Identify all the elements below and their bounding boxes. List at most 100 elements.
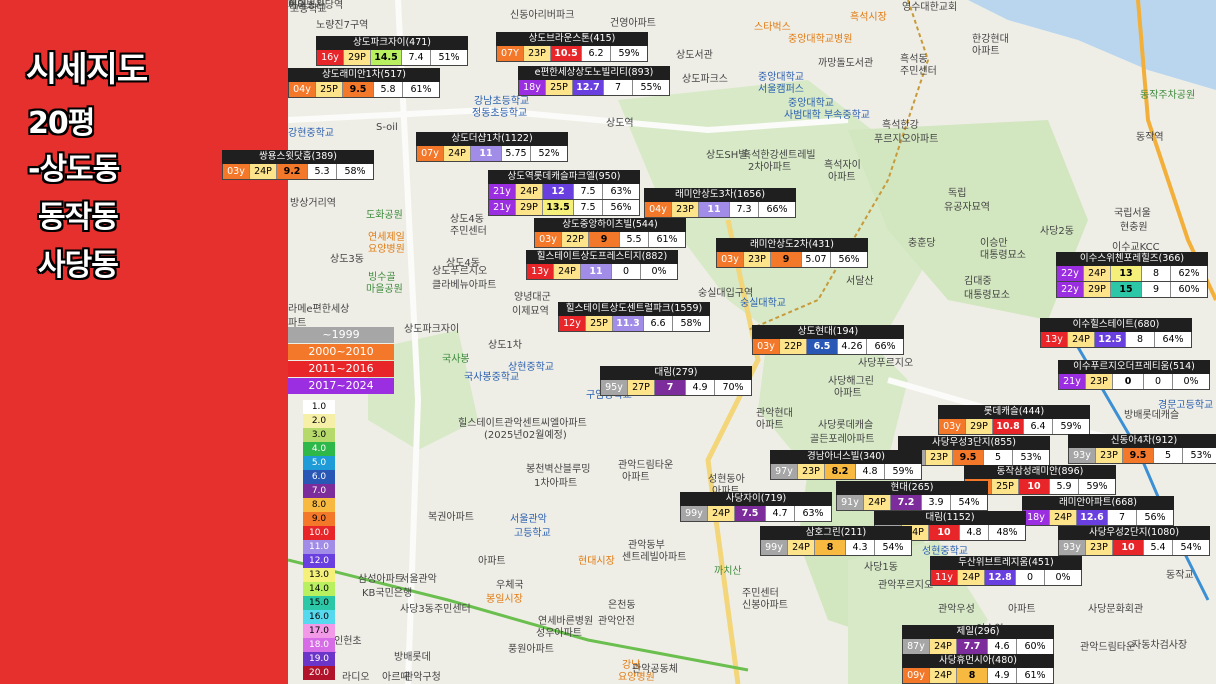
era-legend-1999: ~1999 [288, 327, 394, 343]
map-label: 마을공원 [366, 284, 403, 295]
pyeong-size: 24P [1084, 266, 1111, 281]
map-label: 대통령묘소 [980, 250, 1026, 261]
pyeong-size: 24P [554, 264, 581, 279]
price-legend-swatch: 11.0 [303, 540, 335, 554]
title-line-4: 동작동 [38, 200, 119, 235]
complex-tag[interactable]: 사당우성2단지(1080) 93y 23P 10 5.4 54% [1058, 526, 1210, 556]
map-label: 숭실대학교 [740, 298, 786, 309]
build-year: 07Y [497, 46, 524, 61]
sale-price: 10 [1019, 479, 1050, 494]
map-label: 주민센터 [742, 588, 779, 599]
price-legend-swatch: 2.0 [303, 414, 335, 428]
complex-name: 이수푸르지오더프레티움(514) [1058, 360, 1210, 374]
complex-tag[interactable]: 삼호그린(211) 99y 24P 8 4.3 54% [760, 526, 912, 556]
complex-tag[interactable]: 사당휴먼시아(480) 09y 24P 8 4.9 61% [902, 654, 1054, 684]
jeonse-ratio: 61% [403, 82, 439, 97]
complex-tag[interactable]: 래미안아파트(668) 18y 24P 12.6 7 56% [1022, 496, 1174, 526]
map-canvas[interactable]: 고등학교 노량진7구역 신동아리버파크 건영아파트 스타벅스 흑석시장 영수대한교회 중앙대학… [288, 0, 1216, 684]
complex-tag[interactable]: 힐스테이트상도센트럴파크(1559) 12y 25P 11.3 6.6 58% [558, 302, 710, 332]
sale-price: 13 [1111, 266, 1142, 281]
map-label: 아파트 [834, 388, 862, 399]
complex-tag[interactable]: 사당자이(719) 99y 24P 7.5 4.7 63% [680, 492, 832, 522]
complex-row: 99y 24P 7.5 4.7 63% [680, 506, 832, 522]
complex-name: 상도현대(194) [752, 325, 904, 339]
map-label: 자동차검사장 [1132, 640, 1188, 651]
title-line-5: 사당동 [38, 248, 119, 283]
map-label: 상도역 [606, 118, 634, 129]
complex-tag[interactable]: 상도중앙하이츠빌(544) 03y 22P 9 5.5 61% [534, 218, 686, 248]
complex-tag[interactable]: 힐스테이트상도프레스티지(882) 13y 24P 11 0 0% [526, 250, 678, 280]
complex-row: 03y 29P 10.8 6.4 59% [938, 419, 1090, 435]
sale-price: 11 [699, 202, 730, 217]
price-legend-swatch: 4.0 [303, 442, 335, 456]
era-legend-2011: 2011~2016 [288, 361, 394, 377]
complex-tag[interactable]: 래미안상도3차(1656) 04y 23P 11 7.3 66% [644, 188, 796, 218]
price-legend-swatch: 7.0 [303, 484, 335, 498]
complex-tag[interactable]: e편한세상상도노빌리티(893) 18y 25P 12.7 7 55% [518, 66, 670, 96]
build-year: 13y [1041, 332, 1068, 347]
build-year: 22y [1057, 266, 1084, 281]
complex-tag[interactable]: 래미안상도2차(431) 03y 23P 9 5.07 56% [716, 238, 868, 268]
build-year: 18y [519, 80, 546, 95]
map-label: 인헌초 [334, 636, 362, 647]
sale-price: 11 [471, 146, 502, 161]
price-legend: 1.0 2.0 3.0 4.0 5.0 6.0 7.0 8.0 9.0 10.0 11.0 12.0 1… [303, 400, 335, 682]
complex-tag[interactable]: 이수푸르지오더프레티움(514) 21y 23P 0 0 0% [1058, 360, 1210, 390]
complex-name: 상도파크자이(471) [316, 36, 468, 50]
complex-row: 22y 29P 15 9 60% [1056, 282, 1208, 298]
jeonse-ratio: 64% [1155, 332, 1191, 347]
complex-tag[interactable]: 상도파크자이(471) 16y 29P 14.5 7.4 51% [316, 36, 468, 66]
complex-name: 사당자이(719) [680, 492, 832, 506]
complex-tag[interactable]: 제일(296) 87y 24P 7.7 4.6 60% [902, 625, 1054, 655]
sale-price: 0 [1113, 374, 1144, 389]
title-line-3: -상도동 [28, 152, 120, 187]
era-legend-2000: 2000~2010 [288, 344, 394, 360]
jeonse-price: 5 [1154, 448, 1183, 463]
jeonse-ratio: 60% [1017, 639, 1053, 654]
complex-tag[interactable]: 쌍용스윗닷홈(389) 03y 24P 9.2 5.3 58% [222, 150, 374, 180]
map-label: 정동초등학교 [472, 108, 528, 119]
map-label: 현충원 [1120, 222, 1148, 233]
pyeong-size: 24P [1050, 510, 1077, 525]
complex-tag[interactable]: 상도래미안1차(517) 04y 25P 9.5 5.8 61% [288, 68, 440, 98]
pyeong-size: 24P [444, 146, 471, 161]
complex-tag[interactable]: 상도더샵1차(1122) 07y 24P 11 5.75 52% [416, 132, 568, 162]
map-label: 흑석자이 [824, 160, 861, 171]
jeonse-price: 0 [1016, 570, 1045, 585]
complex-tag[interactable]: 경남아너스빌(340) 97y 23P 8.2 4.8 59% [770, 450, 922, 480]
map-label: 연세바른병원 [538, 616, 594, 627]
sale-price: 9.5 [953, 450, 984, 465]
jeonse-price: 6.2 [582, 46, 611, 61]
complex-tag[interactable]: 신동아4차(912) 93y 23P 9.5 5 53% [1068, 434, 1216, 464]
pyeong-size: 24P [516, 184, 543, 199]
jeonse-price: 3.9 [922, 495, 951, 510]
sale-price: 8.2 [825, 464, 856, 479]
map-label: 한강현대 [972, 34, 1009, 45]
build-year: 21y [1059, 374, 1086, 389]
complex-tag[interactable]: 롯데캐슬(444) 03y 29P 10.8 6.4 59% [938, 405, 1090, 435]
pyeong-size: 23P [744, 252, 771, 267]
pyeong-size: 23P [672, 202, 699, 217]
map-label: 성현동아 [708, 474, 745, 485]
complex-tag[interactable]: 상도역롯데캐슬파크엘(950) 21y 24P 12 7.5 63% 21y 29P 13.5 7… [488, 170, 640, 216]
pyeong-size: 22P [780, 339, 807, 354]
complex-name: 래미안상도3차(1656) [644, 188, 796, 202]
jeonse-price: 0 [1144, 374, 1173, 389]
map-label: 서달산 [846, 276, 874, 287]
jeonse-ratio: 61% [649, 232, 685, 247]
complex-tag[interactable]: 대림(279) 95y 27P 7 4.9 70% [600, 366, 752, 396]
map-label: 중앙대학교 [788, 98, 834, 109]
complex-tag[interactable]: 상도브라운스톤(415) 07Y 23P 10.5 6.2 59% [496, 32, 648, 62]
jeonse-price: 4.7 [766, 506, 795, 521]
build-year: 97y [771, 464, 798, 479]
complex-row: 21y 23P 0 0 0% [1058, 374, 1210, 390]
complex-tag[interactable]: 현대(265) 91y 24P 7.2 3.9 54% [836, 481, 988, 511]
map-label: 관악구청 [404, 672, 441, 683]
jeonse-price: 7 [1108, 510, 1137, 525]
complex-tag[interactable]: 이수힐스테이트(680) 13y 24P 12.5 8 64% [1040, 318, 1192, 348]
complex-tag[interactable]: 상도현대(194) 03y 22P 6.5 4.26 66% [752, 325, 904, 355]
sale-price: 9 [589, 232, 620, 247]
complex-tag[interactable]: 이수스위첸포레힐즈(366) 22y 24P 13 8 62% 22y 29P 15 9 60% [1056, 252, 1208, 298]
jeonse-price: 4.3 [846, 540, 875, 555]
complex-tag[interactable]: 두산위브트레지움(451) 11y 24P 12.8 0 0% [930, 556, 1082, 586]
